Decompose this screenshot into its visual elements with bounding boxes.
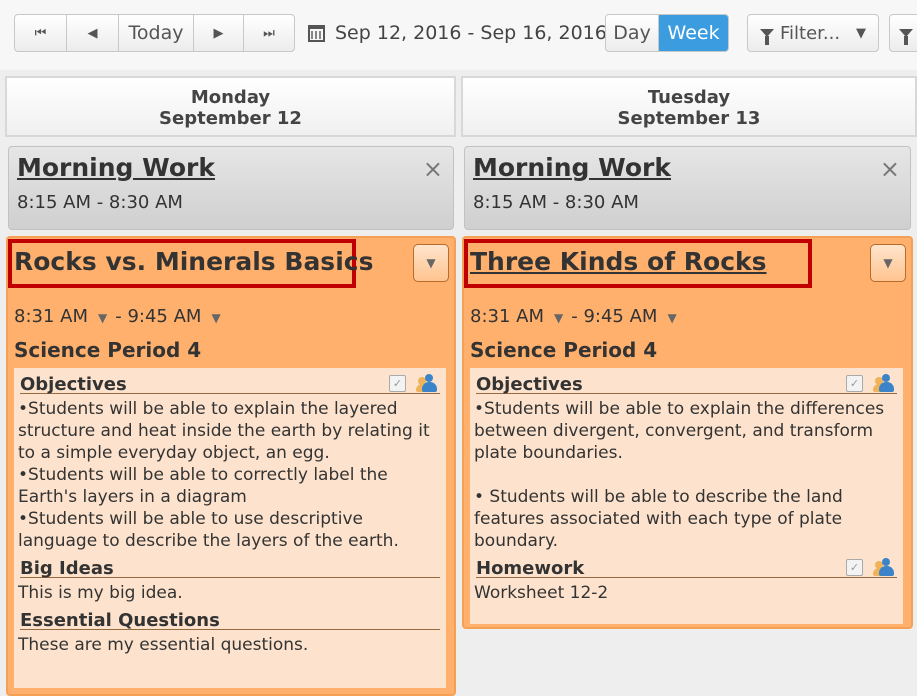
section-heading-homework: Homework ✓	[476, 552, 897, 579]
lesson-card[interactable]: Three Kinds of Rocks ▼ 8:31 AM ▼ - 9:45 AM…	[462, 236, 913, 629]
filter-button[interactable]: Filter... ▼	[748, 15, 878, 51]
toolbar: ⏮ ◀ Today ▶ ⏭ Sep 12, 2016 - Sep 16, 201…	[0, 0, 917, 70]
filter-dropdown[interactable]: Filter... ▼	[747, 14, 879, 52]
date-range-text: Sep 12, 2016 - Sep 16, 2016	[335, 22, 607, 44]
second-filter-button[interactable]	[890, 15, 917, 51]
day-date: September 13	[617, 108, 761, 129]
first-button[interactable]: ⏮	[15, 15, 67, 51]
filter-icon	[899, 29, 913, 45]
end-time[interactable]: - 9:45 AM	[115, 306, 201, 327]
event-title[interactable]: Morning Work	[473, 153, 671, 182]
section-heading-text: Big Ideas	[20, 558, 114, 579]
people-icon[interactable]	[873, 558, 897, 576]
start-time[interactable]: 8:31 AM	[14, 306, 88, 327]
prev-icon: ◀	[87, 25, 98, 41]
section-icons: ✓	[389, 374, 440, 392]
section-heading-text: Objectives	[20, 374, 127, 395]
chevron-down-icon[interactable]: ▼	[98, 311, 107, 325]
last-button[interactable]: ⏭	[244, 15, 294, 51]
prev-button[interactable]: ◀	[67, 15, 119, 51]
text-line: •Students will be able to explain the la…	[18, 399, 430, 463]
navigation-group: ⏮ ◀ Today ▶ ⏭	[14, 14, 295, 52]
section-heading-text: Essential Questions	[20, 610, 220, 631]
chevron-down-icon: ▼	[426, 256, 436, 270]
next-button[interactable]: ▶	[194, 15, 244, 51]
lesson-body: Objectives ✓ •Students will be able to e…	[14, 368, 446, 688]
text-line: • Students will be able to describe the …	[474, 487, 843, 551]
section-text-objectives: •Students will be able to explain the la…	[18, 398, 440, 552]
lesson-card[interactable]: Rocks vs. Minerals Basics ▼ 8:31 AM ▼ - 9:…	[6, 236, 456, 696]
week-view-button[interactable]: Week	[659, 15, 728, 51]
section-heading-essential-questions: Essential Questions	[20, 604, 440, 631]
day-name: Tuesday	[647, 87, 731, 108]
text-line: This is my big idea.	[18, 583, 183, 603]
today-button[interactable]: Today	[119, 15, 194, 51]
section-heading-big-ideas: Big Ideas	[20, 552, 440, 579]
chevron-down-icon: ▼	[883, 256, 893, 270]
day-name: Monday	[190, 87, 271, 108]
close-icon[interactable]: ×	[880, 155, 900, 183]
day-header: Tuesday September 13	[461, 76, 917, 137]
lesson-body: Objectives ✓ •Students will be able to e…	[470, 368, 903, 624]
section-icons: ✓	[846, 374, 897, 392]
chevron-down-icon[interactable]: ▼	[554, 311, 563, 325]
day-column-monday: Monday September 12 Morning Work 8:15 AM…	[5, 76, 456, 696]
section-icons: ✓	[846, 558, 897, 576]
day-date: September 12	[159, 108, 302, 129]
text-line: •Students will be able to explain the di…	[474, 399, 885, 463]
checkbox-icon[interactable]: ✓	[846, 374, 863, 392]
section-heading-text: Homework	[476, 558, 585, 579]
end-time[interactable]: - 9:45 AM	[571, 306, 657, 327]
date-range-picker[interactable]: Sep 12, 2016 - Sep 16, 2016	[308, 22, 607, 44]
text-line: •Students will be able to use descriptiv…	[18, 509, 399, 551]
lesson-title[interactable]: Rocks vs. Minerals Basics	[14, 247, 373, 276]
section-text-homework: Worksheet 12-2	[474, 582, 897, 604]
close-icon[interactable]: ×	[423, 155, 443, 183]
section-heading-objectives: Objectives ✓	[476, 368, 897, 395]
text-line: Worksheet 12-2	[474, 583, 609, 603]
section-heading-objectives: Objectives ✓	[20, 368, 440, 395]
section-text-essential-questions: These are my essential questions.	[18, 634, 440, 656]
lesson-menu-button[interactable]: ▼	[870, 244, 906, 282]
calendar-icon	[308, 24, 325, 42]
lesson-menu-button[interactable]: ▼	[413, 244, 449, 282]
lesson-period: Science Period 4	[470, 338, 658, 362]
event-morning-work[interactable]: Morning Work 8:15 AM - 8:30 AM ×	[464, 146, 911, 230]
chevron-down-icon[interactable]: ▼	[667, 311, 676, 325]
event-time: 8:15 AM - 8:30 AM	[473, 192, 639, 213]
people-icon[interactable]	[873, 374, 897, 392]
lesson-period: Science Period 4	[14, 338, 202, 362]
section-text-objectives: •Students will be able to explain the di…	[474, 398, 897, 552]
chevron-down-icon[interactable]: ▼	[211, 311, 220, 325]
event-title[interactable]: Morning Work	[17, 153, 215, 182]
first-icon: ⏮	[34, 25, 47, 41]
last-icon: ⏭	[263, 25, 275, 41]
event-morning-work[interactable]: Morning Work 8:15 AM - 8:30 AM ×	[8, 146, 454, 230]
section-heading-text: Objectives	[476, 374, 583, 395]
text-line: •Students will be able to correctly labe…	[18, 465, 388, 507]
lesson-time: 8:31 AM ▼ - 9:45 AM ▼	[14, 306, 229, 327]
start-time[interactable]: 8:31 AM	[470, 306, 544, 327]
chevron-down-icon: ▼	[856, 25, 866, 41]
day-column-tuesday: Tuesday September 13 Morning Work 8:15 A…	[461, 76, 917, 629]
lesson-title[interactable]: Three Kinds of Rocks	[470, 247, 767, 276]
next-icon: ▶	[213, 25, 224, 41]
day-view-button[interactable]: Day	[606, 15, 660, 51]
checkbox-icon[interactable]: ✓	[389, 374, 406, 392]
checkbox-icon[interactable]: ✓	[846, 558, 863, 576]
day-header: Monday September 12	[5, 76, 456, 137]
second-filter-dropdown[interactable]	[889, 14, 917, 52]
filter-label: Filter...	[780, 22, 841, 44]
view-toggle: Day Week	[605, 14, 729, 52]
lesson-time: 8:31 AM ▼ - 9:45 AM ▼	[470, 306, 685, 327]
section-text-big-ideas: This is my big idea.	[18, 582, 440, 604]
people-icon[interactable]	[416, 374, 440, 392]
text-line: These are my essential questions.	[18, 635, 309, 655]
event-time: 8:15 AM - 8:30 AM	[17, 192, 183, 213]
filter-icon	[760, 29, 774, 45]
